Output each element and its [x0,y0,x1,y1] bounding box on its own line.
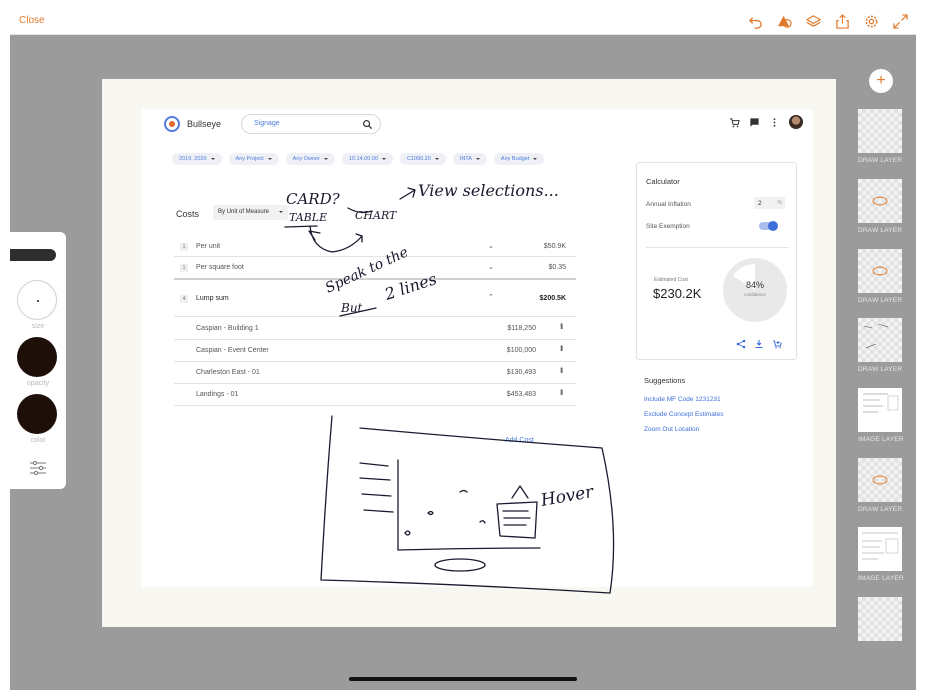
confidence-label: confidence [744,292,766,297]
opacity-label: opacity [26,380,50,387]
search-icon [363,120,373,130]
size-control[interactable] [17,280,57,320]
settings-icon[interactable] [862,12,881,31]
layer-item[interactable]: DRAW LAYER [858,458,902,513]
filter-chip: INTA [452,153,487,165]
suggestions-title: Suggestions [644,376,686,385]
color-label: color [30,437,46,444]
layer-label: DRAW LAYER [858,227,903,234]
mock-search-box: Signage [241,114,381,134]
cart-icon [729,117,740,127]
add-to-cart-icon [773,340,782,349]
cost-row: 1 Per unit ⌄ $50.9K [174,238,576,257]
layer-thumbnail [858,458,902,502]
drawing-canvas[interactable]: Bullseye Signage 2019, 2020 Any Project … [102,79,836,627]
layer-label: IMAGE LAYER [858,575,904,582]
undo-icon[interactable] [746,12,765,31]
inflation-input: 2% [754,197,785,209]
suggestion-link: Exclude Concept Estimates [644,411,724,418]
suggestion-link: Include MF Code 1231231 [644,396,721,403]
confidence-percent: 84% [745,280,764,290]
size-label: size [31,323,45,330]
layer-thumbnail [858,527,902,571]
home-indicator [349,677,577,681]
exemption-toggle [759,221,778,231]
fullscreen-icon[interactable] [891,12,910,31]
layer-thumbnail [858,388,902,432]
mock-search-placeholder: Signage [254,120,280,127]
share-icon [736,339,746,349]
shapes-icon[interactable] [775,12,794,31]
size-dot-icon [37,300,39,302]
estimated-cost-label: Estimated Cost [654,277,688,283]
cost-sub-row: Landings - 01 $453,483 ••• [174,384,576,406]
brush-preview[interactable] [10,249,56,261]
divider [646,247,789,248]
layer-label: DRAW LAYER [858,366,903,373]
close-button[interactable]: Close [19,15,45,26]
opacity-control[interactable] [17,337,57,377]
cost-row-expanded: 4 Lump sum ⌃ $200.5K [174,281,576,317]
inflation-label: Annual Inflation [646,201,691,208]
add-cost-link: Add Cost [505,437,534,444]
calculator-actions [736,339,782,349]
cost-sub-row: Caspian - Event Center $100,000 ••• [174,340,576,362]
layer-item[interactable]: DRAW LAYER [858,318,902,373]
exemption-label: Site Exemption [646,223,690,230]
layer-item[interactable]: DRAW LAYER [858,179,902,234]
avatar [789,115,803,129]
layer-item[interactable]: DRAW LAYER [858,109,902,164]
layers-icon[interactable] [804,12,823,31]
filter-chip: Any Budget [493,153,545,165]
layer-item[interactable]: DRAW LAYER [858,249,902,304]
mock-brand: Bullseye [187,119,222,129]
layer-thumbnail [858,179,902,223]
mock-header-icons [729,115,803,129]
comment-icon [750,117,759,127]
layer-item[interactable] [858,597,902,645]
layer-thumbnail [858,597,902,641]
bullseye-logo-icon [164,116,180,132]
layer-thumbnail [858,249,902,293]
mock-screen-image: Bullseye Signage 2019, 2020 Any Project … [142,109,813,587]
download-icon [755,340,763,349]
layer-label: DRAW LAYER [858,506,903,513]
brush-tool-panel: size opacity color [10,232,66,489]
color-swatch[interactable] [17,394,57,434]
layer-thumbnail [858,109,902,153]
unit-of-measure-select: By Unit of Measure [213,205,288,220]
layer-thumbnail [858,318,902,362]
costs-title: Costs [176,209,200,219]
layer-item[interactable]: IMAGE LAYER [858,527,904,582]
top-toolbar: Close [10,8,916,35]
cost-row: 1 Per square foot ⌄ $0.35 [174,258,576,280]
suggestion-link: Zoom Out Location [644,426,700,433]
filter-chip: 2019, 2020 [172,153,222,165]
confidence-ring [723,258,787,322]
estimated-cost-value: $230.2K [653,286,702,301]
layer-item[interactable]: IMAGE LAYER [858,388,904,443]
toolbar-icons [746,12,910,31]
add-layer-button[interactable]: + [869,69,893,93]
share-icon[interactable] [833,12,852,31]
mock-filter-chips: 2019, 2020 Any Project Any Owner 10.14.0… [172,153,545,165]
mock-header: Bullseye Signage [142,109,813,143]
filter-chip: Any Owner [285,153,335,165]
filter-chip: Any Project [228,153,279,165]
filter-chip: 10.14.00.00 [341,153,393,165]
layer-label: DRAW LAYER [858,297,903,304]
layer-label: DRAW LAYER [858,157,903,164]
filter-chip: C1090.20 [399,153,446,165]
calculator-card: Calculator Annual Inflation 2% Site Exem… [636,162,797,360]
layer-label: IMAGE LAYER [858,436,904,443]
cost-sub-row: Charleston East - 01 $130,493 ••• [174,362,576,384]
drawing-app: Close Bullseye Signage 2019, 2020 Any Pr… [10,8,916,690]
sliders-icon[interactable] [29,460,47,476]
more-vert-icon [773,117,776,127]
cost-sub-row: Caspian - Building 1 $118,250 ••• [174,318,576,340]
calculator-title: Calculator [646,177,680,186]
